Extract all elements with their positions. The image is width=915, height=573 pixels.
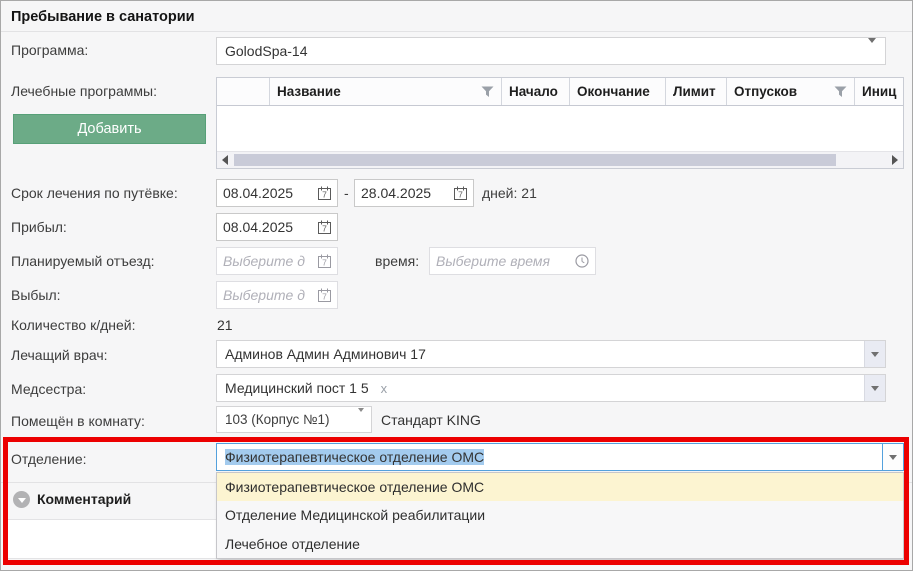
scrollbar-track[interactable]: [233, 152, 887, 168]
table-header-empty: [217, 78, 270, 105]
add-button[interactable]: Добавить: [13, 114, 206, 144]
room-type-text: Стандарт KING: [381, 412, 481, 428]
doctor-combobox[interactable]: Админов Админ Админович 17: [216, 340, 886, 368]
departed-label: Выбыл:: [11, 287, 61, 303]
combo-dropdown-button[interactable]: [864, 341, 885, 367]
table-header-initiator[interactable]: Иниц: [855, 78, 903, 105]
svg-text:7: 7: [322, 224, 327, 234]
nurse-label: Медсестра:: [11, 381, 86, 397]
svg-text:7: 7: [322, 190, 327, 200]
planned-departure-label: Планируемый отъезд:: [11, 253, 155, 269]
dropdown-option[interactable]: Отделение Медицинской реабилитации: [217, 501, 903, 529]
voucher-period-label: Срок лечения по путёвке:: [11, 185, 178, 201]
planned-departure-input[interactable]: Выберите д 7: [216, 247, 338, 275]
calendar-icon[interactable]: 7: [318, 220, 331, 234]
department-selected-text: Физиотерапевтическое отделение ОМС: [225, 449, 484, 465]
departed-input[interactable]: Выберите д 7: [216, 281, 338, 309]
comment-label: Комментарий: [37, 491, 131, 507]
remove-tag-icon[interactable]: x: [377, 381, 388, 396]
chevron-down-icon: [859, 43, 885, 59]
dropdown-option[interactable]: Лечебное отделение: [217, 530, 903, 558]
treatment-programs-label: Лечебные программы:: [11, 83, 157, 99]
room-combobox[interactable]: 103 (Корпус №1): [216, 406, 372, 433]
chevron-down-icon: [871, 352, 879, 357]
table-header-limit[interactable]: Лимит: [666, 78, 727, 105]
scroll-right-icon: [892, 155, 898, 165]
calendar-icon[interactable]: 7: [318, 186, 331, 200]
doctor-combobox-value: Админов Админ Админович 17: [217, 346, 864, 362]
filter-icon[interactable]: [834, 86, 847, 98]
scrollbar-thumb[interactable]: [234, 154, 836, 166]
combo-dropdown-button[interactable]: [882, 444, 903, 470]
bed-days-label: Количество к/дней:: [11, 317, 135, 333]
nurse-value: Медицинский пост 1 5: [217, 380, 377, 396]
dropdown-option[interactable]: Физиотерапевтическое отделение ОМС: [217, 473, 903, 501]
calendar-icon[interactable]: 7: [454, 186, 467, 200]
svg-text:7: 7: [322, 292, 327, 302]
svg-text:7: 7: [458, 190, 463, 200]
panel-title: Пребывание в санатории: [11, 9, 195, 25]
calendar-icon[interactable]: 7: [318, 254, 331, 268]
voucher-days-text: дней: 21: [482, 185, 537, 201]
chevron-down-icon: [889, 455, 897, 460]
time-label: время:: [375, 253, 419, 269]
clock-icon[interactable]: [575, 254, 589, 268]
voucher-end-input[interactable]: 28.04.2025 7: [354, 179, 474, 207]
title-separator: [1, 31, 912, 32]
scroll-right-button[interactable]: [887, 152, 903, 168]
arrived-date-input[interactable]: 08.04.2025 7: [216, 213, 338, 241]
table-header-row: Название Начало Окончание Лимит Отпусков…: [217, 78, 903, 106]
scroll-left-icon: [222, 155, 228, 165]
time-input[interactable]: Выберите время: [429, 247, 596, 275]
chevron-down-icon: [18, 498, 26, 503]
nurse-combobox[interactable]: Медицинский пост 1 5 x: [216, 374, 886, 402]
scroll-left-button[interactable]: [217, 152, 233, 168]
collapse-toggle[interactable]: [13, 491, 30, 508]
treatment-programs-table: Название Начало Окончание Лимит Отпусков…: [216, 77, 904, 169]
program-label: Программа:: [11, 42, 88, 58]
filter-icon[interactable]: [481, 86, 494, 98]
arrived-label: Прибыл:: [11, 219, 67, 235]
table-header-start[interactable]: Начало: [502, 78, 570, 105]
doctor-label: Лечащий врач:: [11, 347, 108, 363]
date-range-dash: -: [344, 185, 349, 201]
department-dropdown-list: Физиотерапевтическое отделение ОМС Отдел…: [216, 472, 904, 559]
chevron-down-icon: [351, 412, 371, 428]
room-combobox-value: 103 (Корпус №1): [217, 412, 351, 427]
table-header-end[interactable]: Окончание: [570, 78, 666, 105]
bed-days-value: 21: [217, 317, 233, 333]
table-header-vacations[interactable]: Отпусков: [727, 78, 855, 105]
chevron-down-icon: [871, 386, 879, 391]
room-label: Помещён в комнату:: [11, 413, 145, 429]
program-combobox[interactable]: GolodSpa-14: [216, 37, 886, 65]
table-body-empty: [217, 106, 903, 151]
table-header-name[interactable]: Название: [270, 78, 502, 105]
department-combobox[interactable]: Физиотерапевтическое отделение ОМС: [216, 443, 904, 471]
horizontal-scrollbar[interactable]: [217, 151, 903, 168]
calendar-icon[interactable]: 7: [318, 288, 331, 302]
department-label: Отделение:: [11, 451, 87, 467]
combo-dropdown-button[interactable]: [864, 375, 885, 401]
program-combobox-value: GolodSpa-14: [217, 43, 859, 59]
voucher-start-input[interactable]: 08.04.2025 7: [216, 179, 338, 207]
svg-text:7: 7: [322, 258, 327, 268]
sanatorium-stay-panel: Пребывание в санатории Программа: GolodS…: [0, 0, 913, 571]
